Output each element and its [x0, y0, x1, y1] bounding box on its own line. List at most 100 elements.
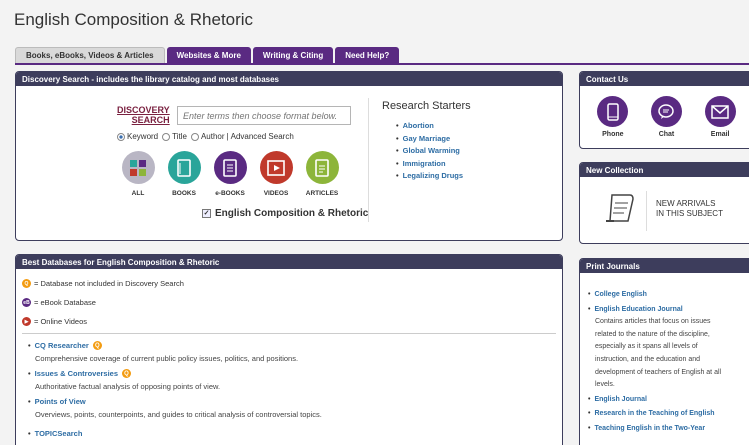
- journal-description-line: related to the nature of the discipline,: [595, 330, 710, 338]
- research-starters-title: Research Starters: [382, 100, 471, 112]
- discovery-search-header: Discovery Search - includes the library …: [16, 72, 562, 86]
- best-databases-panel: Best Databases for English Composition &…: [15, 254, 563, 445]
- journal-item: Research in the Teaching of English: [588, 408, 748, 421]
- contact-options: Phone Chat Email: [580, 86, 749, 138]
- author-label: Author: [200, 132, 225, 141]
- legend-online-videos: ▶ = Online Videos: [22, 317, 87, 326]
- journal-link[interactable]: English Education Journal: [588, 306, 683, 313]
- discovery-search-logo[interactable]: DISCOVERY SEARCH: [117, 105, 170, 125]
- column-divider: [368, 98, 369, 222]
- search-icon: Q: [122, 369, 132, 378]
- keyword-label: Keyword: [127, 132, 159, 141]
- tab-websites[interactable]: Websites & More: [166, 47, 251, 63]
- journal-description-line: Contains articles that focus on issues: [595, 318, 711, 326]
- database-item: TOPICSearch: [28, 429, 83, 438]
- new-arrivals-line-1: NEW ARRIVALS: [656, 199, 716, 208]
- journal-description-line: instruction, and the education and: [595, 355, 701, 363]
- research-starter-link[interactable]: Legalizing Drugs: [396, 171, 463, 184]
- title-label: Title: [172, 132, 187, 141]
- logo-line-1: DISCOVERY: [117, 105, 170, 115]
- tab-need-help[interactable]: Need Help?: [335, 47, 400, 63]
- tab-writing-citing[interactable]: Writing & Citing: [252, 47, 334, 63]
- journal-item: English Journal: [588, 394, 748, 407]
- format-videos-label: VIDEOS: [263, 190, 289, 197]
- database-item: Points of View Overviews, points, counte…: [28, 397, 322, 419]
- legend-ebook-database: eB = eBook Database: [22, 298, 96, 307]
- research-starter-link[interactable]: Immigration: [396, 159, 463, 172]
- format-articles-button[interactable]: ARTICLES: [304, 151, 340, 197]
- all-formats-icon: [121, 151, 155, 184]
- format-all-button[interactable]: ALL: [120, 151, 156, 197]
- legend-not-in-discovery: Q = Database not included in Discovery S…: [22, 279, 184, 288]
- options-separator: |: [226, 132, 229, 141]
- subject-scope-label: English Composition & Rhetoric: [215, 208, 369, 219]
- format-books-button[interactable]: BOOKS: [166, 151, 202, 197]
- contact-us-panel: Contact Us Phone Chat Email: [579, 71, 749, 149]
- scroll-icon: [604, 191, 636, 230]
- journal-link[interactable]: Research in the Teaching of English: [588, 410, 715, 417]
- journal-link[interactable]: English Journal: [588, 396, 647, 403]
- research-starter-link[interactable]: Gay Marriage: [396, 134, 463, 147]
- contact-email-button[interactable]: Email: [704, 96, 736, 138]
- database-link[interactable]: Points of View: [28, 397, 322, 406]
- database-description: Authoritative factual analysis of opposi…: [35, 382, 221, 391]
- best-databases-header: Best Databases for English Composition &…: [16, 255, 562, 269]
- journal-item: Teaching English in the Two-Year: [588, 423, 748, 436]
- author-radio[interactable]: [190, 132, 199, 141]
- contact-phone-button[interactable]: Phone: [597, 96, 629, 138]
- new-collection-header: New Collection: [580, 163, 749, 177]
- discovery-search-panel: Discovery Search - includes the library …: [15, 71, 563, 241]
- format-books-label: BOOKS: [172, 190, 196, 197]
- journal-link[interactable]: College English: [588, 291, 647, 298]
- subject-scope-checkbox[interactable]: ✓: [202, 209, 211, 218]
- ebook-icon: eB: [22, 298, 31, 307]
- database-name: Points of View: [34, 397, 86, 406]
- journal-description-line: levels.: [595, 381, 615, 389]
- journal-item: English Education Journal Contains artic…: [588, 304, 748, 392]
- article-icon: [305, 151, 339, 184]
- contact-chat-label: Chat: [658, 131, 675, 138]
- format-videos-button[interactable]: VIDEOS: [258, 151, 294, 197]
- tab-books-articles[interactable]: Books, eBooks, Videos & Articles: [15, 47, 165, 63]
- page-title: English Composition & Rhetoric: [14, 10, 254, 29]
- database-name: Issues & Controversies: [34, 369, 119, 378]
- search-icon: Q: [92, 341, 102, 350]
- search-type-options: Keyword Title Author | Advanced Search: [117, 132, 294, 141]
- new-collection-panel: New Collection NEW ARRIVALS IN THIS SUBJ…: [579, 162, 749, 244]
- database-name: CQ Researcher: [34, 341, 89, 350]
- research-starter-link[interactable]: Abortion: [396, 121, 463, 134]
- journal-description-line: especially as it spans all levels of: [595, 343, 698, 351]
- database-link[interactable]: TOPICSearch: [28, 429, 83, 438]
- contact-chat-button[interactable]: Chat: [650, 96, 682, 138]
- database-link[interactable]: CQ Researcher Q: [28, 341, 298, 350]
- format-ebooks-button[interactable]: e-BOOKS: [212, 151, 248, 197]
- database-link[interactable]: Issues & Controversies Q: [28, 369, 220, 378]
- format-buttons: ALL BOOKS e-BOOKS VIDEOS ARTICLES: [120, 151, 340, 197]
- database-description: Overviews, points, counterpoints, and gu…: [35, 410, 322, 419]
- database-description: Comprehensive coverage of current public…: [35, 354, 299, 363]
- new-arrivals-link[interactable]: NEW ARRIVALS IN THIS SUBJECT: [656, 199, 723, 219]
- divider: [646, 191, 647, 231]
- advanced-search-link[interactable]: Advanced Search: [231, 132, 294, 141]
- subject-scope-option: ✓ English Composition & Rhetoric: [202, 208, 368, 219]
- play-icon: ▶: [22, 317, 31, 326]
- phone-icon: [597, 96, 629, 127]
- research-starter-link[interactable]: Global Warming: [396, 146, 463, 159]
- journal-list: College English English Education Journa…: [588, 289, 748, 436]
- tab-bar: Books, eBooks, Videos & Articles Website…: [15, 47, 400, 63]
- research-starters-list: Abortion Gay Marriage Global Warming Imm…: [396, 121, 463, 184]
- search-icon: Q: [22, 279, 31, 288]
- ebook-icon: [213, 151, 247, 184]
- contact-us-header: Contact Us: [580, 72, 749, 86]
- book-icon: [167, 151, 201, 184]
- journal-link[interactable]: Teaching English in the Two-Year: [588, 425, 705, 432]
- title-radio[interactable]: [162, 132, 171, 141]
- legend-text: = Online Videos: [34, 317, 88, 326]
- keyword-radio[interactable]: [117, 132, 125, 141]
- database-name: TOPICSearch: [34, 429, 83, 438]
- journal-description-line: development of teachers of English at al…: [595, 368, 722, 376]
- logo-line-2: SEARCH: [131, 115, 170, 125]
- database-item: Issues & Controversies Q Authoritative f…: [28, 369, 220, 391]
- discovery-search-input[interactable]: [177, 106, 351, 125]
- print-journals-panel: Print Journals College English English E…: [579, 258, 749, 445]
